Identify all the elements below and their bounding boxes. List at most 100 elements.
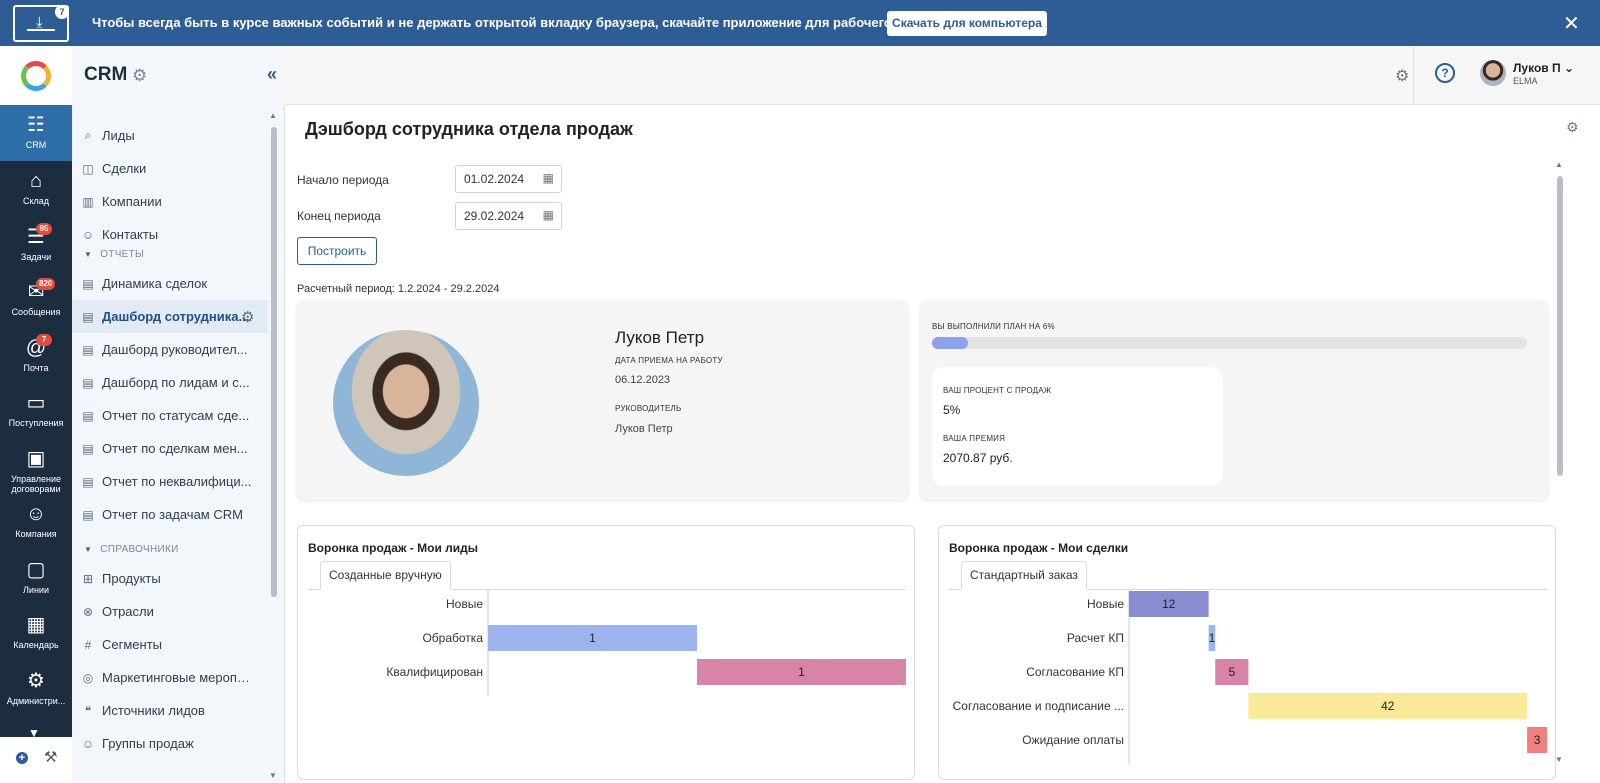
avatar[interactable] bbox=[1480, 60, 1506, 86]
report-item-0[interactable]: ▤ Динамика сделок bbox=[72, 267, 268, 300]
plan-progress-label: ВЫ ВЫПОЛНИЛИ ПЛАН НА 6% bbox=[932, 322, 1055, 331]
refs-section-header[interactable]: ▼ СПРАВОЧНИКИ bbox=[84, 544, 179, 555]
report-item-1[interactable]: ▤ Дашборд сотрудника... ⚙ bbox=[72, 300, 268, 333]
sidebar-item-0[interactable]: ⌕ Лиды bbox=[72, 119, 268, 152]
rail-item-1[interactable]: ⌂ Склад bbox=[0, 161, 72, 217]
funnel-category-label: Согласование КП bbox=[1026, 665, 1124, 679]
deals-funnel-card: Воронка продаж - Мои сделки Стандартный … bbox=[938, 525, 1556, 780]
toolbar-divider bbox=[1413, 46, 1414, 105]
build-button[interactable]: Построить bbox=[297, 237, 377, 265]
manager-label: РУКОВОДИТЕЛЬ bbox=[615, 404, 682, 413]
main-scrollbar[interactable]: ▲ ▼ bbox=[1555, 160, 1565, 765]
report-item-label: Дашборд сотрудника... bbox=[102, 309, 250, 324]
sidebar-item-3[interactable]: ☺ Контакты bbox=[72, 218, 268, 251]
rail-item-2[interactable]: ☰ Задачи 95 bbox=[0, 217, 72, 273]
scroll-up-icon[interactable]: ▲ bbox=[1555, 160, 1563, 169]
collapse-sidebar-icon[interactable]: « bbox=[267, 64, 277, 85]
rail-item-7[interactable]: ☺ Компания bbox=[0, 494, 72, 550]
warehouse-icon: ⌂ bbox=[29, 170, 43, 192]
inbox-icon: ▭ bbox=[26, 392, 46, 414]
rail-item-label: Поступления bbox=[8, 418, 64, 428]
document-icon: ▤ bbox=[82, 276, 94, 291]
rail-item-10[interactable]: ⚙ Администри... bbox=[0, 661, 72, 717]
report-item-label: Отчет по сделкам мен... bbox=[102, 441, 248, 456]
report-item-7[interactable]: ▤ Отчет по задачам CRM bbox=[72, 498, 268, 531]
funnel-value-label: 12 bbox=[1162, 597, 1176, 611]
chevron-down-icon: ⌄ bbox=[1563, 61, 1575, 75]
document-icon: ▤ bbox=[82, 375, 94, 390]
grid-icon: ⊞ bbox=[82, 571, 94, 586]
gear-icon[interactable]: ⚙ bbox=[132, 66, 147, 86]
settings-gear-icon[interactable]: ⚙ bbox=[1395, 66, 1409, 86]
user-menu[interactable]: Луков П ⌄ bbox=[1513, 61, 1574, 75]
period-end-label: Конец периода bbox=[297, 209, 381, 223]
gear-icon[interactable]: ⚙ bbox=[241, 308, 254, 326]
rail-item-6[interactable]: ▣ Управление договорами bbox=[0, 439, 72, 495]
funnel-category-label: Ожидание оплаты bbox=[1022, 733, 1124, 747]
ref-item-1[interactable]: ⊗ Отрасли bbox=[72, 595, 268, 628]
wrench-icon[interactable]: ⚒ bbox=[44, 748, 57, 766]
scroll-down-icon[interactable]: ▼ bbox=[269, 771, 277, 780]
rail-item-3[interactable]: ✉ Сообщения 820 bbox=[0, 272, 72, 328]
rail-item-label: Управление договорами bbox=[10, 474, 62, 494]
scroll-up-icon[interactable]: ▲ bbox=[269, 111, 277, 120]
elma-logo[interactable] bbox=[0, 46, 72, 105]
top-toolbar: ⚙ ? Луков П ⌄ ELMA bbox=[285, 46, 1600, 105]
hire-date-label: ДАТА ПРИЕМА НА РАБОТУ bbox=[615, 356, 723, 365]
deals-icon: ◫ bbox=[82, 161, 94, 176]
document-icon: ▤ bbox=[82, 441, 94, 456]
ref-item-3[interactable]: ◎ Маркетинговые мероприя... bbox=[72, 661, 268, 694]
page-title: Дэшборд сотрудника отдела продаж bbox=[305, 119, 633, 139]
ref-item-0[interactable]: ⊞ Продукты bbox=[72, 562, 268, 595]
funnel-value-label: 1 bbox=[798, 665, 805, 679]
ref-item-4[interactable]: ❝ Источники лидов bbox=[72, 694, 268, 727]
briefcase-icon: ▣ bbox=[26, 448, 46, 470]
period-start-input[interactable]: 01.02.2024 ▦ bbox=[455, 165, 562, 193]
report-item-3[interactable]: ▤ Дашборд по лидам и с... bbox=[72, 366, 268, 399]
rail-item-0[interactable]: ☷ CRM bbox=[0, 105, 72, 161]
help-icon[interactable]: ? bbox=[1435, 63, 1455, 83]
reports-section-header[interactable]: ▼ ОТЧЕТЫ bbox=[84, 249, 144, 260]
add-icon[interactable]: + bbox=[16, 752, 28, 764]
rail-item-5[interactable]: ▭ Поступления bbox=[0, 383, 72, 439]
crm-sidebar: CRM ⚙ « ⌕ Лиды ◫ Сделки ▥ Компании ☺ Контакты ▼ О… bbox=[72, 46, 285, 783]
report-item-label: Отчет по задачам CRM bbox=[102, 507, 243, 522]
rail-item-8[interactable]: ▢ Линии bbox=[0, 550, 72, 606]
report-item-4[interactable]: ▤ Отчет по статусам сде... bbox=[72, 399, 268, 432]
close-icon[interactable]: ✕ bbox=[1563, 11, 1580, 36]
rail-item-label: Сообщения bbox=[11, 307, 61, 317]
ref-item-2[interactable]: # Сегменты bbox=[72, 628, 268, 661]
sales-percent-label: ВАШ ПРОЦЕНТ С ПРОДАЖ bbox=[943, 386, 1052, 395]
scroll-down-icon[interactable]: ▼ bbox=[1555, 755, 1563, 764]
ref-item-label: Источники лидов bbox=[102, 703, 205, 718]
download-desktop-button[interactable]: Скачать для компьютера bbox=[887, 11, 1047, 36]
sidebar-item-2[interactable]: ▥ Компании bbox=[72, 185, 268, 218]
target-icon: ◎ bbox=[82, 670, 94, 685]
section-label: СПРАВОЧНИКИ bbox=[100, 544, 179, 555]
rail-item-9[interactable]: ▦ Календарь bbox=[0, 605, 72, 661]
sidebar-scroll-thumb[interactable] bbox=[271, 127, 277, 597]
rail-item-4[interactable]: @ Почта 7 bbox=[0, 328, 72, 384]
quote-icon: ❝ bbox=[84, 703, 92, 718]
sidebar-scrollbar[interactable]: ▲ ▼ bbox=[269, 111, 279, 781]
group-icon: ☺ bbox=[81, 736, 95, 751]
calc-period-text: Расчетный период: 1.2.2024 - 29.2.2024 bbox=[297, 283, 500, 295]
employee-name: Луков Петр bbox=[615, 328, 705, 347]
calendar-icon[interactable]: ▦ bbox=[543, 171, 554, 185]
ref-item-5[interactable]: ☺ Группы продаж bbox=[72, 727, 268, 760]
main-scroll-thumb[interactable] bbox=[1557, 176, 1563, 476]
rail-footer: + ⚒ bbox=[0, 737, 72, 783]
funnel-value-label: 1 bbox=[1209, 631, 1216, 645]
section-label: ОТЧЕТЫ bbox=[100, 249, 145, 260]
report-item-6[interactable]: ▤ Отчет по неквалифици... bbox=[72, 465, 268, 498]
page-settings-icon[interactable]: ⚙ bbox=[1566, 119, 1579, 136]
sidebar-item-label: Лиды bbox=[102, 128, 135, 143]
funnel-category-label: Квалифицирован bbox=[386, 665, 483, 679]
report-item-2[interactable]: ▤ Дашборд руководител... bbox=[72, 333, 268, 366]
sidebar-item-1[interactable]: ◫ Сделки bbox=[72, 152, 268, 185]
rail-item-label: Администри... bbox=[6, 696, 66, 706]
report-item-5[interactable]: ▤ Отчет по сделкам мен... bbox=[72, 432, 268, 465]
hash-icon: # bbox=[84, 637, 92, 652]
calendar-icon[interactable]: ▦ bbox=[543, 208, 554, 222]
period-end-input[interactable]: 29.02.2024 ▦ bbox=[455, 202, 562, 230]
